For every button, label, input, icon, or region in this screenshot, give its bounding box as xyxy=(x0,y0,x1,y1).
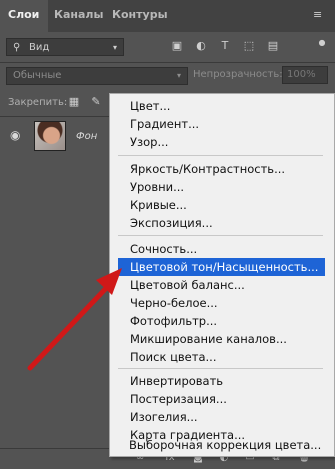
filter-type-icon[interactable]: T xyxy=(219,40,231,52)
menu-item-photo-filter[interactable]: Фотофильтр... xyxy=(130,312,217,330)
opacity-value: 100% xyxy=(287,69,316,80)
menu-item-color-lookup[interactable]: Поиск цвета... xyxy=(130,348,216,366)
menu-separator xyxy=(118,368,323,369)
menu-item-posterize[interactable]: Постеризация... xyxy=(130,390,227,408)
blend-mode-select[interactable]: Обычные ▾ xyxy=(6,67,188,85)
panel-tab-bar: Слои Каналы Контуры ≡ xyxy=(0,0,335,32)
menu-item-hue-saturation[interactable]: Цветовой тон/Насыщенность... xyxy=(118,258,325,276)
lock-transparency-icon[interactable]: ▦ xyxy=(68,96,80,108)
layer-thumbnail[interactable] xyxy=(34,121,66,151)
filter-adjustment-icon[interactable]: ◐ xyxy=(195,40,207,52)
filter-toggle-icon[interactable]: ● xyxy=(316,37,328,49)
menu-item-color-balance[interactable]: Цветовой баланс... xyxy=(130,276,245,294)
adjustment-layer-menu: Цвет... Градиент... Узор... Яркость/Конт… xyxy=(109,93,335,457)
blend-mode-value: Обычные xyxy=(13,70,62,81)
menu-item-exposure[interactable]: Экспозиция... xyxy=(130,214,213,232)
search-icon: ⚲ xyxy=(13,42,21,53)
menu-separator xyxy=(118,235,323,236)
menu-item-gradient[interactable]: Градиент... xyxy=(130,115,199,133)
menu-item-curves[interactable]: Кривые... xyxy=(130,196,187,214)
menu-item-levels[interactable]: Уровни... xyxy=(130,178,184,196)
menu-item-brightness-contrast[interactable]: Яркость/Контрастность... xyxy=(130,160,285,178)
filter-shape-icon[interactable]: ⬚ xyxy=(243,40,255,52)
menu-item-pattern[interactable]: Узор... xyxy=(130,133,168,151)
tab-channels[interactable]: Каналы xyxy=(54,0,103,32)
filter-kind-select[interactable]: ⚲ Вид ▾ xyxy=(6,38,124,56)
filter-row: ⚲ Вид ▾ xyxy=(0,32,335,62)
lock-paint-brush-icon[interactable]: ✎ xyxy=(90,96,102,108)
menu-item-channel-mixer[interactable]: Микширование каналов... xyxy=(130,330,287,348)
menu-item-solid-color[interactable]: Цвет... xyxy=(130,97,170,115)
opacity-field[interactable]: 100% xyxy=(282,66,328,84)
lock-label: Закрепить: xyxy=(8,97,68,108)
chevron-down-icon: ▾ xyxy=(176,71,181,80)
menu-item-selective-color[interactable]: Выборочная коррекция цвета... xyxy=(129,436,321,454)
chevron-down-icon: ▾ xyxy=(112,43,117,52)
menu-item-invert[interactable]: Инвертировать xyxy=(130,372,223,390)
opacity-label: Непрозрачность: xyxy=(193,69,283,80)
panel-menu-icon[interactable]: ≡ xyxy=(313,9,327,20)
tab-layers[interactable]: Слои xyxy=(0,0,48,32)
tab-paths[interactable]: Контуры xyxy=(112,0,168,32)
layer-name[interactable]: Фон xyxy=(76,131,97,142)
menu-item-threshold[interactable]: Изогелия... xyxy=(130,408,198,426)
menu-separator xyxy=(118,155,323,156)
filter-pixel-icon[interactable]: ▣ xyxy=(171,40,183,52)
eye-icon[interactable]: ◉ xyxy=(10,129,24,141)
menu-item-vibrance[interactable]: Сочность... xyxy=(130,240,197,258)
menu-item-black-white[interactable]: Черно-белое... xyxy=(130,294,218,312)
filter-kind-label: Вид xyxy=(29,42,50,53)
filter-smart-object-icon[interactable]: ▤ xyxy=(267,40,279,52)
